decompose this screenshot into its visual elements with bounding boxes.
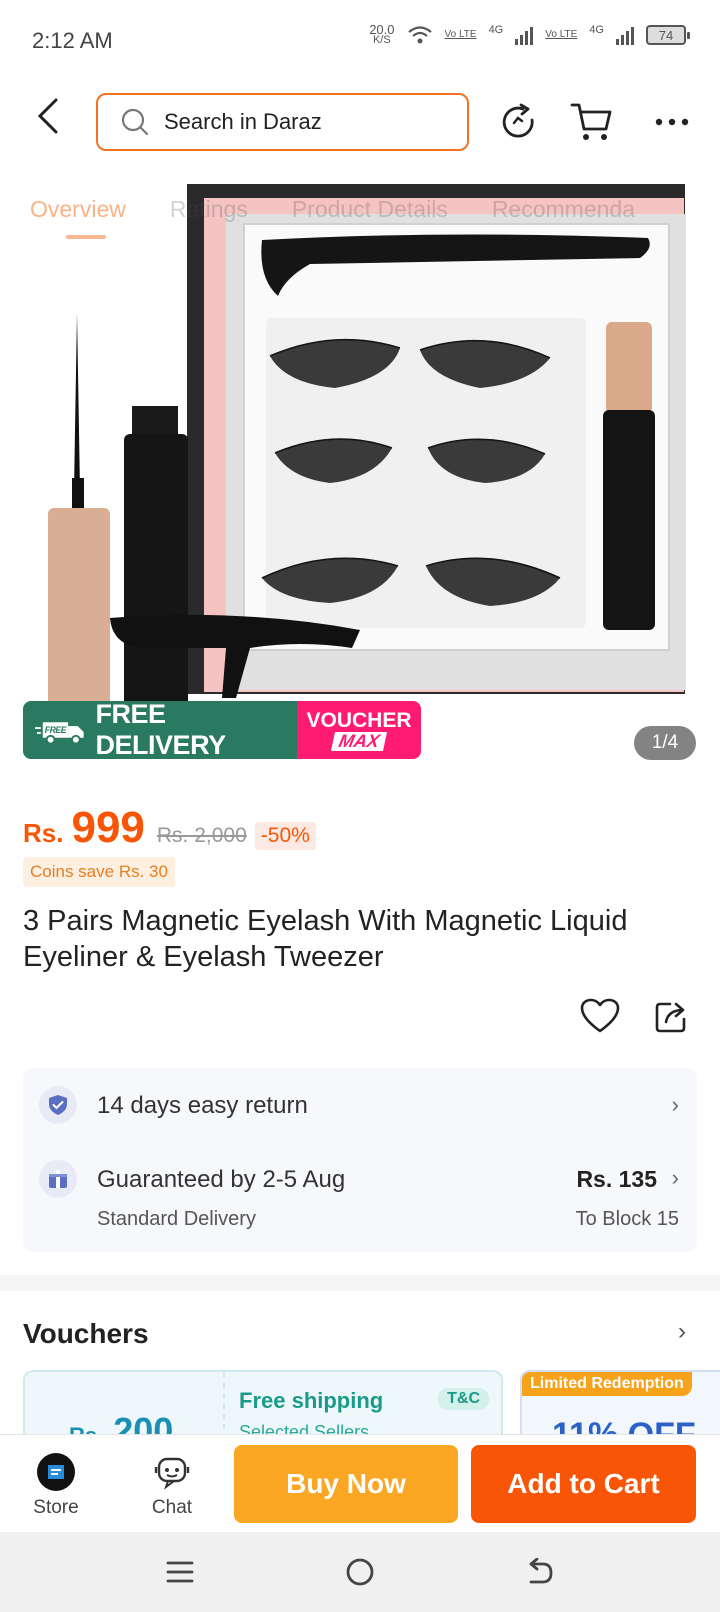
return-chevron-icon[interactable]: ›	[672, 1092, 679, 1118]
delivery-fee: Rs. 135	[576, 1166, 657, 1192]
status-icons: 20.0 K/S Vo LTE 4G Vo LTE 4G 74	[369, 23, 690, 46]
network-speed: 20.0 K/S	[369, 23, 394, 46]
coins-badge: Coins save Rs. 30	[23, 857, 175, 887]
limited-redemption-tag: Limited Redemption	[522, 1372, 692, 1396]
voucher-label: VOUCHER	[306, 708, 412, 732]
back-nav-icon[interactable]	[520, 1554, 560, 1590]
wifi-icon	[407, 26, 432, 44]
section-divider	[0, 1275, 720, 1291]
buy-now-button[interactable]: Buy Now	[234, 1445, 458, 1523]
volte-1: Vo LTE	[444, 29, 477, 40]
bottom-action-bar: Store Chat Buy Now Add to Cart	[0, 1434, 720, 1532]
vouchers-chevron-icon[interactable]: ›	[678, 1318, 686, 1346]
signal-icon-2	[616, 25, 634, 45]
return-policy-text[interactable]: 14 days easy return	[97, 1092, 308, 1120]
vouchers-heading: Vouchers	[23, 1318, 149, 1349]
search-input[interactable]: Search in Daraz	[96, 93, 469, 151]
more-icon[interactable]	[650, 100, 694, 144]
voucher-card-free-shipping[interactable]: Rs. 200 Free shipping Selected Sellers T…	[23, 1370, 503, 1440]
chat-button[interactable]: Chat	[132, 1453, 212, 1519]
search-icon	[121, 108, 149, 136]
delivery-destination: To Block 15	[575, 1208, 679, 1230]
battery-level: 74	[658, 27, 674, 43]
status-time: 2:12 AM	[32, 28, 113, 53]
service-info-card: 14 days easy return › Guaranteed by 2-5 …	[23, 1068, 697, 1252]
voucher-max-badge: VOUCHER MAX	[297, 701, 421, 759]
tab-ratings[interactable]: Ratings	[170, 196, 248, 223]
max-label: MAX	[330, 731, 388, 751]
truck-icon: FREE	[35, 722, 84, 745]
back-icon[interactable]	[30, 96, 70, 136]
section-tabs: Overview Ratings Product Details Recomme…	[0, 178, 720, 240]
tab-recommendations[interactable]: Recommenda	[492, 196, 635, 223]
wishlist-heart-icon[interactable]	[578, 994, 622, 1038]
terms-badge[interactable]: T&C	[438, 1388, 489, 1410]
net-speed-unit: K/S	[372, 34, 391, 46]
price-row: Rs. 999 Rs. 2,000 -50%	[23, 803, 316, 853]
price-currency: Rs.	[23, 818, 64, 848]
voucher-title: Free shipping	[239, 1388, 384, 1413]
original-price: Rs. 2,000	[156, 824, 247, 847]
home-icon[interactable]	[340, 1554, 380, 1590]
voucher-card-limited[interactable]: Limited Redemption 11% OFF	[520, 1370, 720, 1440]
refresh-icon[interactable]	[497, 100, 541, 144]
free-delivery-label: FREE DELIVERY	[95, 701, 227, 759]
signal-icon-1	[515, 25, 534, 45]
volte-2: Vo LTE	[545, 29, 578, 40]
image-pager: 1/4	[634, 726, 696, 760]
product-image	[48, 184, 686, 714]
share-icon[interactable]	[650, 994, 694, 1038]
store-icon	[37, 1453, 75, 1491]
free-delivery-badge: FREE FREE DELIVERY	[23, 701, 297, 759]
status-bar: 2:12 AM 20.0 K/S Vo LTE 4G Vo LTE 4G 74	[0, 0, 720, 80]
search-placeholder: Search in Daraz	[164, 109, 322, 134]
price-value: 999	[71, 803, 145, 852]
chat-icon	[154, 1457, 190, 1490]
cart-icon[interactable]	[570, 100, 614, 144]
delivery-box-icon	[39, 1160, 77, 1198]
system-nav-bar	[0, 1532, 720, 1612]
menu-icon[interactable]	[160, 1554, 200, 1590]
store-label: Store	[33, 1497, 79, 1518]
delivery-guarantee-text[interactable]: Guaranteed by 2-5 Aug	[97, 1166, 345, 1194]
free-label: FREE	[45, 725, 68, 735]
store-button[interactable]: Store	[16, 1453, 96, 1519]
product-image-gallery[interactable]: Overview Ratings Product Details Recomme…	[0, 178, 720, 765]
shield-check-icon	[39, 1086, 77, 1124]
tab-product-details[interactable]: Product Details	[292, 196, 448, 223]
product-title: 3 Pairs Magnetic Eyelash With Magnetic L…	[23, 905, 628, 973]
network-type-2: 4G	[589, 24, 604, 36]
top-header: Search in Daraz	[0, 80, 720, 170]
tab-overview[interactable]: Overview	[30, 196, 126, 239]
discount-badge: -50%	[254, 822, 316, 850]
network-type-1: 4G	[488, 24, 504, 36]
promo-badges: FREE FREE DELIVERY VOUCHER MAX	[23, 701, 421, 759]
battery-icon: 74	[646, 25, 690, 45]
delivery-chevron-icon[interactable]: ›	[672, 1165, 679, 1191]
add-to-cart-button[interactable]: Add to Cart	[471, 1445, 696, 1523]
chat-label: Chat	[151, 1497, 193, 1518]
delivery-type: Standard Delivery	[97, 1208, 256, 1230]
